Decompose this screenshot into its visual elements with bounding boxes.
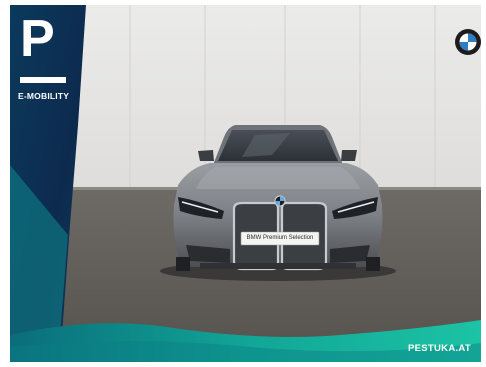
dealer-logo-caption: E-MOBILITY [18,91,70,101]
photo-scene [10,5,481,362]
license-plate-text: BMW Premium Selection [246,235,314,241]
dealer-website: PESTUKA.AT [408,343,471,354]
car-photo: P E-MOBILITY BMW Premium Selection PESTU… [10,5,481,362]
bmw-logo-icon [455,29,481,55]
listing-photo-frame: P E-MOBILITY BMW Premium Selection PESTU… [0,0,486,367]
dealer-logo-letter: P [20,10,55,68]
dealer-logo-bar [20,77,66,83]
